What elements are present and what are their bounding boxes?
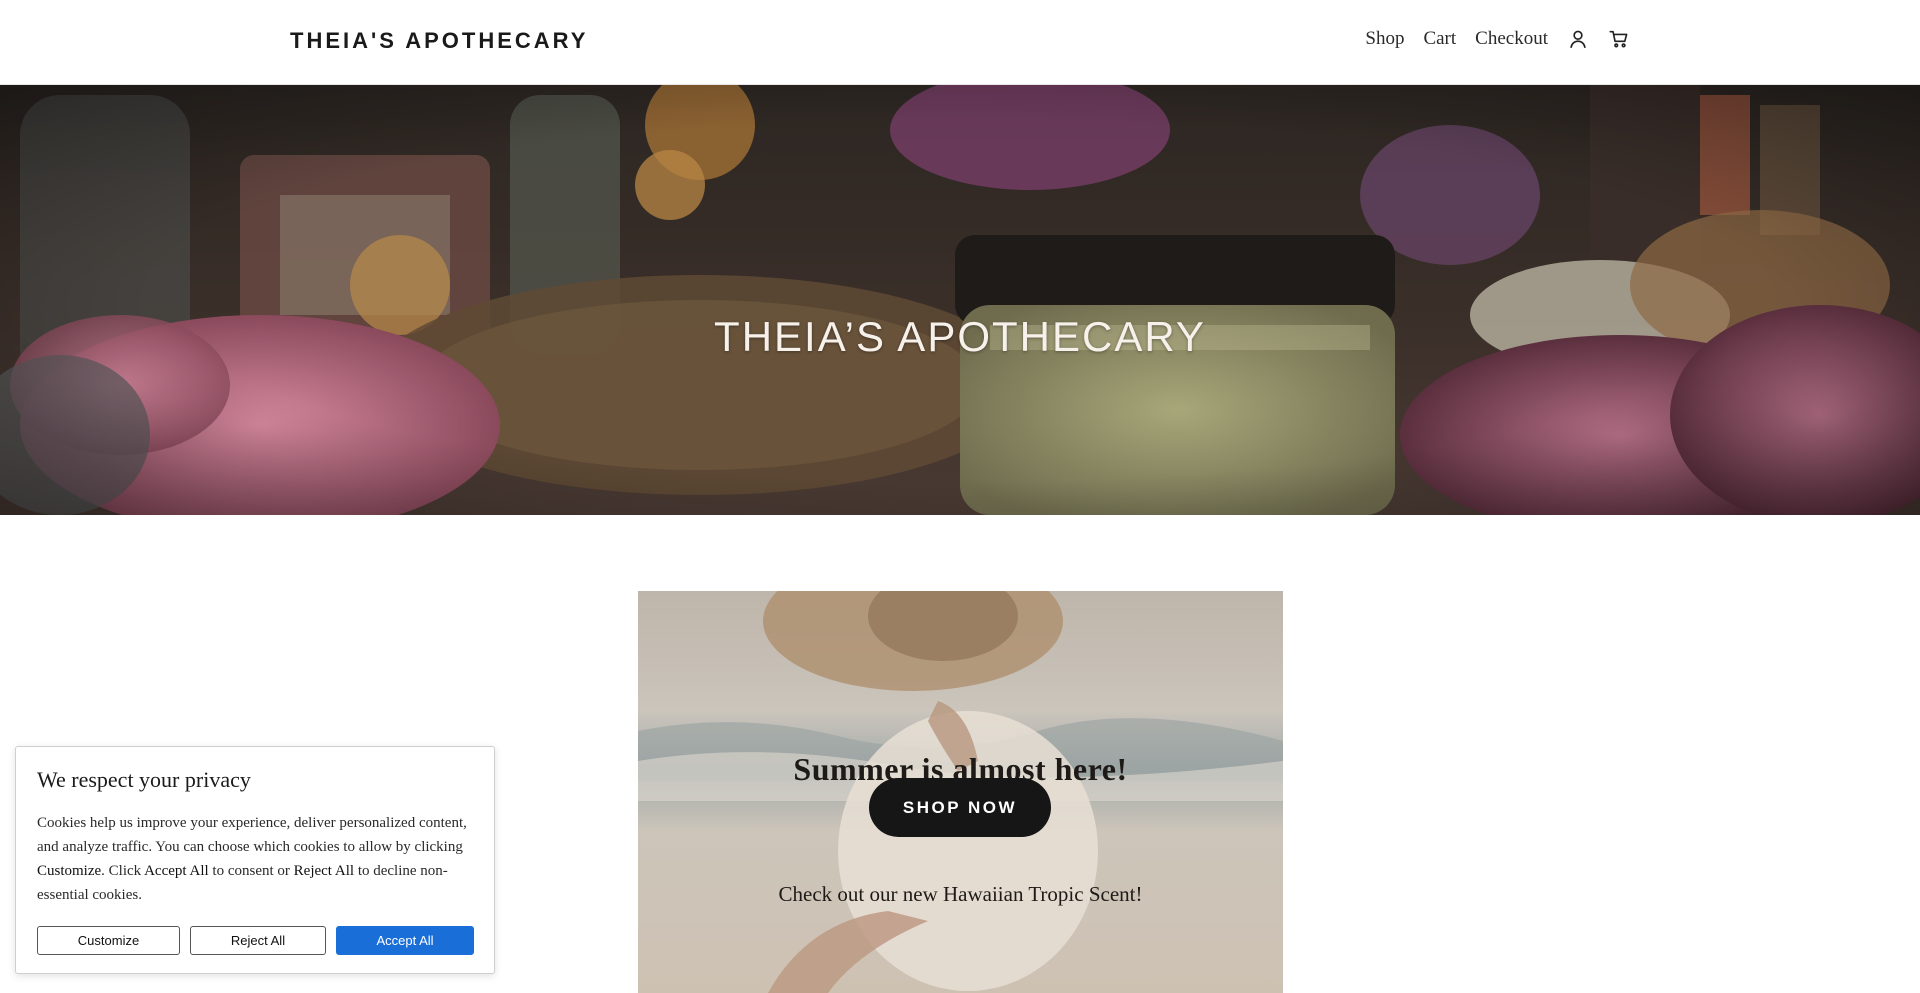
cookie-body-text: . Click	[101, 863, 145, 879]
nav-shop-link[interactable]: Shop	[1365, 28, 1404, 50]
accept-all-button[interactable]: Accept All	[336, 926, 474, 955]
promo-subtext: Check out our new Hawaiian Tropic Scent!	[778, 882, 1143, 906]
hero-background-image	[0, 85, 1920, 515]
hero-title: THEIA’S APOTHECARY	[714, 313, 1206, 361]
shop-now-button[interactable]: SHOP NOW	[869, 778, 1051, 837]
hero-banner: THEIA’S APOTHECARY	[0, 85, 1920, 515]
customize-button[interactable]: Customize	[37, 926, 180, 955]
cookie-banner-title: We respect your privacy	[37, 767, 251, 792]
cookie-body-customize: Customize	[37, 863, 102, 879]
cookie-body-text: to consent or	[208, 863, 294, 879]
main-nav: Shop Cart Checkout	[1365, 28, 1630, 50]
cookie-body-accept: Accept All	[144, 863, 209, 879]
nav-checkout-link[interactable]: Checkout	[1475, 28, 1548, 50]
site-header: THEIA'S APOTHECARY Shop Cart Checkout	[0, 0, 1920, 85]
brand-logo-link[interactable]: THEIA'S APOTHECARY	[290, 28, 588, 54]
promo-card: Summer is almost here! SHOP NOW Check ou…	[638, 591, 1283, 993]
account-icon[interactable]	[1567, 28, 1589, 50]
cart-icon[interactable]	[1608, 28, 1630, 50]
reject-all-button[interactable]: Reject All	[190, 926, 326, 955]
cookie-body-text: Cookies help us improve your experience,…	[37, 815, 467, 855]
cookie-consent-banner: We respect your privacy Cookies help us …	[15, 746, 495, 974]
cookie-banner-body: Cookies help us improve your experience,…	[37, 811, 473, 907]
nav-cart-link[interactable]: Cart	[1423, 28, 1456, 50]
cookie-actions: Customize Reject All Accept All	[37, 926, 474, 955]
cookie-body-reject: Reject All	[293, 863, 355, 879]
